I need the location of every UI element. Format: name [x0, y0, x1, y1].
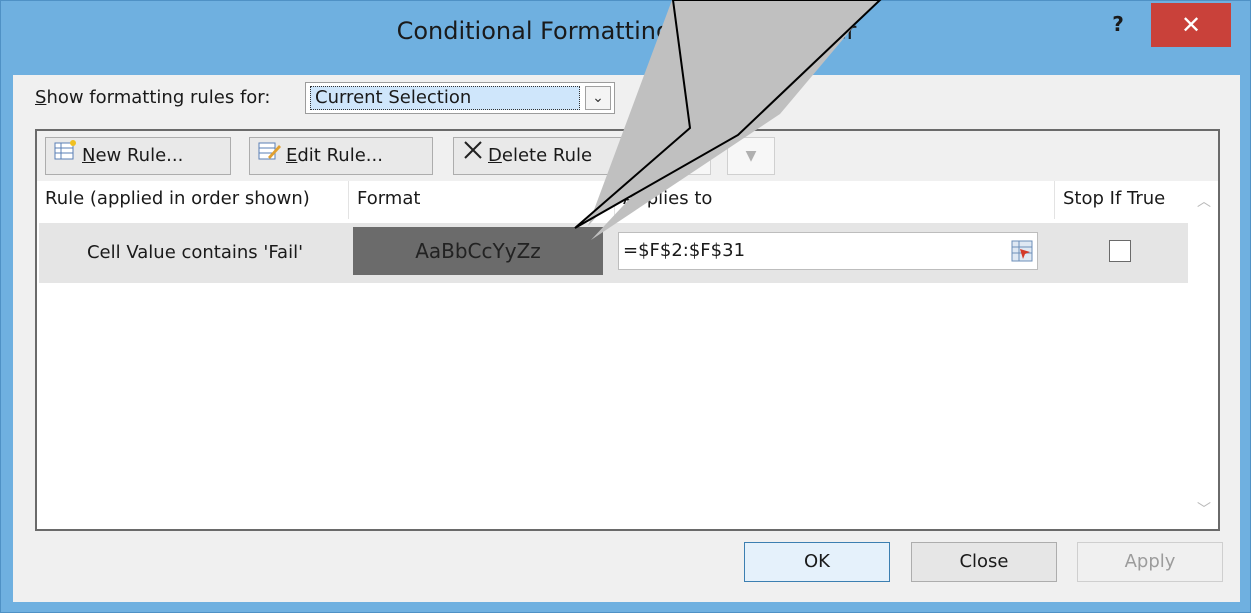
- dialog-title: Conditional Formatting Rules Manager: [396, 17, 857, 45]
- new-rule-icon: [54, 138, 78, 174]
- edit-rule-icon: [258, 138, 282, 174]
- column-header-stop-if-true[interactable]: Stop If True: [1055, 181, 1190, 219]
- rules-table-header: Rule (applied in order shown) Format App…: [37, 181, 1218, 219]
- stop-if-true-checkbox[interactable]: [1109, 240, 1131, 262]
- scroll-up-icon[interactable]: ︿: [1190, 191, 1218, 215]
- show-rules-label: Show formatting rules for:: [35, 87, 271, 108]
- rule-description: Cell Value contains 'Fail': [86, 242, 304, 263]
- rules-panel: New Rule... Edit Rule... Delete Rule ▲ ▼…: [35, 129, 1220, 531]
- scroll-down-icon[interactable]: ﹀: [1190, 499, 1218, 523]
- table-row[interactable]: Cell Value contains 'Fail' AaBbCcYyZz =$…: [39, 223, 1188, 283]
- rules-toolbar: New Rule... Edit Rule... Delete Rule ▲ ▼: [37, 131, 1218, 182]
- ok-button[interactable]: OK: [744, 542, 890, 582]
- chevron-down-icon[interactable]: ⌄: [585, 86, 611, 110]
- close-button[interactable]: Close: [911, 542, 1057, 582]
- title-bar[interactable]: Conditional Formatting Rules Manager ? ✕: [1, 1, 1251, 75]
- delete-icon: [462, 138, 484, 174]
- move-up-button[interactable]: ▲: [663, 137, 711, 175]
- column-header-rule[interactable]: Rule (applied in order shown): [37, 181, 349, 219]
- column-header-format[interactable]: Format: [349, 181, 615, 219]
- delete-rule-button[interactable]: Delete Rule: [453, 137, 653, 175]
- applies-to-value: =$F$2:$F$31: [623, 240, 746, 261]
- edit-rule-button[interactable]: Edit Rule...: [249, 137, 433, 175]
- column-header-applies-to[interactable]: Applies to: [615, 181, 1055, 219]
- dialog-window: Conditional Formatting Rules Manager ? ✕…: [0, 0, 1251, 613]
- help-button[interactable]: ?: [1101, 11, 1135, 39]
- move-down-button[interactable]: ▼: [727, 137, 775, 175]
- rules-scrollbar[interactable]: ︿ ﹀: [1190, 181, 1218, 529]
- apply-button[interactable]: Apply: [1077, 542, 1223, 582]
- show-rules-select-value: Current Selection: [310, 86, 580, 110]
- applies-to-input[interactable]: =$F$2:$F$31: [618, 232, 1038, 270]
- show-rules-select[interactable]: Current Selection ⌄: [305, 82, 615, 114]
- range-selector-icon[interactable]: [1011, 239, 1033, 262]
- new-rule-button[interactable]: New Rule...: [45, 137, 231, 175]
- dialog-body: Show formatting rules for: Current Selec…: [13, 75, 1240, 602]
- close-window-button[interactable]: ✕: [1151, 3, 1231, 47]
- format-preview: AaBbCcYyZz: [353, 227, 603, 275]
